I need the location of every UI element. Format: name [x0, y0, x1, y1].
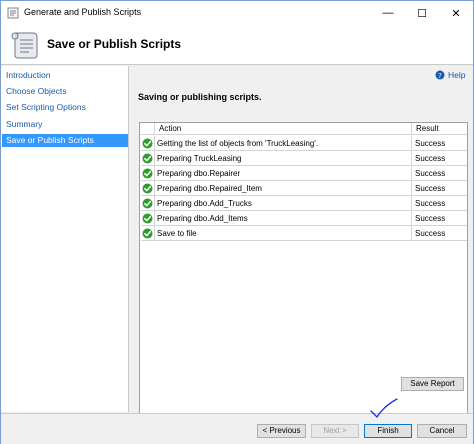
column-header-result: Result: [416, 124, 439, 133]
nav-item-set-scripting-options[interactable]: Set Scripting Options: [2, 101, 128, 114]
close-button[interactable]: ✕: [439, 1, 473, 25]
wizard-footer: < Previous Next > Finish Cancel: [1, 413, 473, 444]
app-icon: [7, 7, 19, 19]
table-row[interactable]: Preparing dbo.Add_Items Success: [140, 211, 467, 226]
nav-item-summary[interactable]: Summary: [2, 118, 128, 131]
finish-button[interactable]: Finish: [364, 424, 412, 438]
column-header-status: [140, 123, 155, 135]
cell-action: Preparing dbo.Add_Trucks: [155, 196, 412, 211]
help-icon: ?: [435, 70, 445, 80]
page-header: Save or Publish Scripts: [1, 25, 473, 65]
cell-result[interactable]: Success: [412, 181, 467, 196]
cell-result[interactable]: Success: [412, 226, 467, 241]
page-title: Save or Publish Scripts: [47, 37, 182, 51]
cell-result[interactable]: Success: [412, 166, 467, 181]
wizard-nav: Introduction Choose Objects Set Scriptin…: [1, 66, 129, 412]
success-check-icon: [141, 151, 155, 166]
success-check-icon: [141, 226, 155, 241]
next-button[interactable]: Next >: [311, 424, 359, 438]
success-check-icon: [141, 166, 155, 181]
table-row[interactable]: Save to file Success: [140, 226, 467, 241]
title-bar[interactable]: Generate and Publish Scripts — ☐ ✕: [1, 1, 473, 25]
table-row[interactable]: Preparing TruckLeasing Success: [140, 151, 467, 166]
nav-item-choose-objects[interactable]: Choose Objects: [2, 85, 128, 98]
table-row[interactable]: Preparing dbo.Repairer Success: [140, 166, 467, 181]
cell-action: Preparing TruckLeasing: [155, 151, 412, 166]
window-title: Generate and Publish Scripts: [24, 7, 142, 17]
cell-action: Preparing dbo.Add_Items: [155, 211, 412, 226]
success-check-icon: [141, 181, 155, 196]
cell-result[interactable]: Success: [412, 196, 467, 211]
generate-publish-scripts-window: Generate and Publish Scripts — ☐ ✕ Save …: [0, 0, 474, 444]
main-panel: ? Help Saving or publishing scripts. Act…: [130, 66, 473, 433]
cell-action: Save to file: [155, 226, 412, 241]
cancel-button[interactable]: Cancel: [417, 424, 467, 438]
success-check-icon: [141, 196, 155, 211]
cell-result[interactable]: Success: [412, 136, 467, 151]
help-link[interactable]: ? Help: [435, 70, 465, 80]
nav-item-introduction[interactable]: Introduction: [2, 69, 128, 82]
minimize-button[interactable]: —: [371, 1, 405, 25]
save-report-button[interactable]: Save Report: [401, 377, 464, 391]
column-header-action: Action: [155, 123, 412, 135]
svg-text:?: ?: [438, 72, 442, 80]
status-text: Saving or publishing scripts.: [138, 92, 262, 102]
table-row[interactable]: Preparing dbo.Repaired_Item Success: [140, 181, 467, 196]
scroll-icon: [11, 32, 38, 59]
help-label: Help: [448, 70, 466, 80]
success-check-icon: [141, 211, 155, 226]
maximize-button[interactable]: ☐: [405, 1, 439, 25]
cell-action: Preparing dbo.Repairer: [155, 166, 412, 181]
nav-item-save-or-publish-scripts[interactable]: Save or Publish Scripts: [2, 134, 128, 147]
cell-result[interactable]: Success: [412, 211, 467, 226]
table-row[interactable]: Preparing dbo.Add_Trucks Success: [140, 196, 467, 211]
grid-header: Action Result: [140, 123, 467, 135]
handwritten-check-annotation: [370, 398, 398, 419]
success-check-icon: [141, 136, 155, 151]
cell-result[interactable]: Success: [412, 151, 467, 166]
table-row[interactable]: Getting the list of objects from 'TruckL…: [140, 136, 467, 151]
window-controls: — ☐ ✕: [371, 1, 473, 25]
cell-action: Preparing dbo.Repaired_Item: [155, 181, 412, 196]
cell-action: Getting the list of objects from 'TruckL…: [155, 136, 412, 151]
previous-button[interactable]: < Previous: [257, 424, 306, 438]
